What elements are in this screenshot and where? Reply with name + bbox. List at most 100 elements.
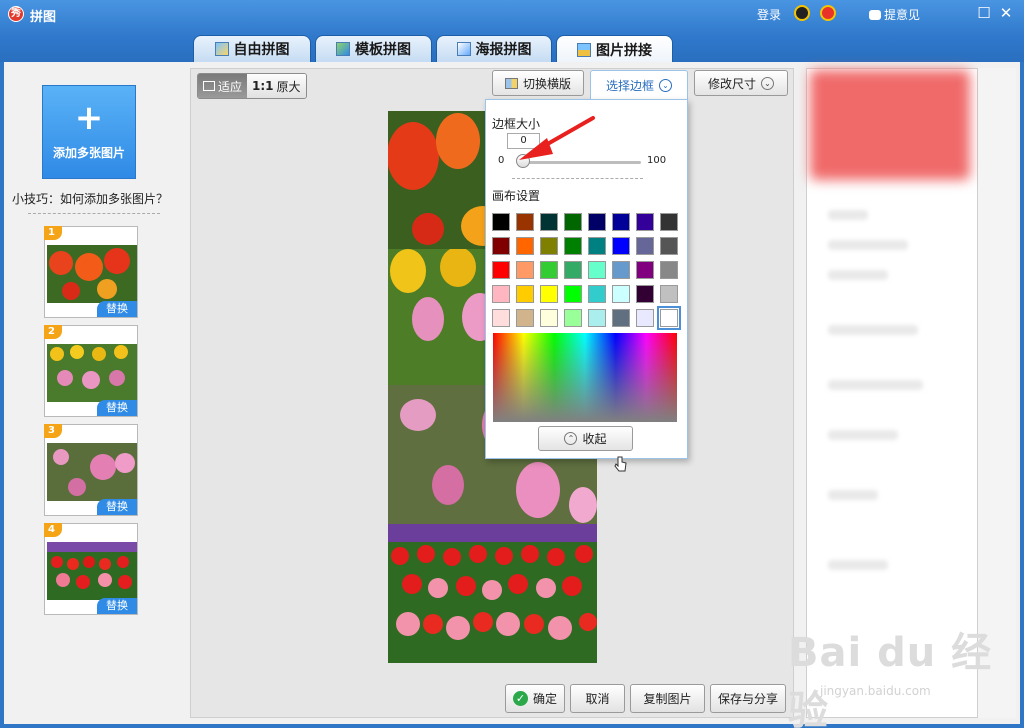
cancel-button[interactable]: 取消	[570, 684, 625, 713]
collapse-button[interactable]: ⌃ 收起	[538, 426, 633, 451]
canvas-settings-label: 画布设置	[492, 189, 541, 203]
tab-image-stitch[interactable]: 图片拼接	[556, 35, 673, 63]
thumbnail-3[interactable]: 3 替换	[44, 424, 138, 516]
color-swatch[interactable]	[612, 285, 630, 303]
replace-button[interactable]: 替换	[97, 400, 137, 416]
color-swatch[interactable]	[636, 237, 654, 255]
cancel-label: 取消	[585, 692, 610, 706]
color-swatch[interactable]	[660, 213, 678, 231]
color-swatch[interactable]	[636, 213, 654, 231]
zoom-toggle: 适应 1:1 原大	[197, 73, 307, 99]
color-swatch[interactable]	[540, 285, 558, 303]
title-bar: 秀 拼图 登录 提意见 ☐ ✕ 自由拼图 模板拼图 海报拼图 图片拼接	[0, 0, 1024, 63]
color-swatch[interactable]	[564, 237, 582, 255]
maximize-button[interactable]: ☐	[975, 4, 993, 22]
fit-button[interactable]: 适应	[198, 74, 248, 98]
color-swatch[interactable]	[588, 261, 606, 279]
add-images-button[interactable]: + 添加多张图片	[42, 85, 136, 179]
color-swatch[interactable]	[612, 261, 630, 279]
thumbnail-image	[47, 344, 137, 402]
fit-icon	[203, 81, 215, 91]
speech-bubble-icon	[869, 9, 881, 20]
color-spectrum-picker[interactable]	[493, 333, 677, 422]
color-swatch[interactable]	[492, 261, 510, 279]
color-swatch[interactable]	[660, 237, 678, 255]
chevron-up-icon: ⌃	[564, 432, 578, 445]
slider-max-label: 100	[647, 155, 667, 166]
feedback-label: 提意见	[884, 8, 921, 22]
color-swatch[interactable]	[492, 309, 510, 327]
color-swatch[interactable]	[516, 309, 534, 327]
original-size-label: 原大	[276, 79, 301, 94]
save-share-button[interactable]: 保存与分享	[710, 684, 786, 713]
switch-layout-button[interactable]: 切换横版	[492, 70, 584, 96]
color-swatch[interactable]	[612, 213, 630, 231]
chevron-down-icon: ⌄	[659, 79, 672, 92]
replace-button[interactable]: 替换	[97, 499, 137, 515]
hand-cursor-icon	[614, 456, 627, 472]
tab-template-collage[interactable]: 模板拼图	[315, 35, 432, 62]
color-swatch[interactable]	[516, 261, 534, 279]
color-swatch[interactable]	[540, 237, 558, 255]
color-swatch[interactable]	[492, 285, 510, 303]
color-swatch[interactable]	[564, 213, 582, 231]
replace-button[interactable]: 替换	[97, 598, 137, 614]
login-link[interactable]: 登录	[757, 6, 781, 23]
resize-button[interactable]: 修改尺寸 ⌄	[694, 70, 788, 96]
weibo-icon[interactable]	[820, 5, 836, 21]
color-swatch[interactable]	[588, 213, 606, 231]
select-border-label: 选择边框	[605, 79, 654, 93]
color-swatch[interactable]	[540, 309, 558, 327]
color-swatch[interactable]	[660, 261, 678, 279]
replace-button[interactable]: 替换	[97, 301, 137, 317]
color-swatch[interactable]	[588, 285, 606, 303]
image-stitch-icon	[577, 42, 591, 57]
thumbnail-number: 2	[44, 325, 62, 339]
check-icon: ✓	[512, 691, 528, 706]
thumbnail-number: 4	[44, 523, 62, 537]
blurred-text	[828, 380, 923, 390]
color-swatch[interactable]	[492, 213, 510, 231]
color-swatch[interactable]	[657, 306, 681, 330]
select-border-button[interactable]: 选择边框 ⌄	[590, 70, 688, 100]
tip-link[interactable]: 小技巧：如何添加多张图片？	[12, 190, 168, 207]
tab-label: 海报拼图	[475, 42, 532, 58]
close-button[interactable]: ✕	[997, 4, 1015, 22]
color-swatch[interactable]	[588, 309, 606, 327]
fit-label: 适应	[218, 79, 243, 94]
color-swatch[interactable]	[516, 213, 534, 231]
color-swatch[interactable]	[492, 237, 510, 255]
color-swatch[interactable]	[564, 285, 582, 303]
resize-label: 修改尺寸	[707, 76, 756, 91]
app-title: 拼图	[30, 10, 57, 25]
collage-image-4	[388, 524, 597, 663]
color-swatch[interactable]	[564, 261, 582, 279]
qq-icon[interactable]	[794, 5, 810, 21]
feedback-link[interactable]: 提意见	[869, 6, 920, 23]
confirm-button[interactable]: ✓ 确定	[505, 684, 565, 713]
color-swatch[interactable]	[516, 285, 534, 303]
tab-poster-collage[interactable]: 海报拼图	[436, 35, 552, 62]
color-swatch[interactable]	[636, 285, 654, 303]
blurred-text	[828, 210, 868, 220]
copy-image-button[interactable]: 复制图片	[630, 684, 705, 713]
color-swatch[interactable]	[564, 309, 582, 327]
thumbnail-4[interactable]: 4 替换	[44, 523, 138, 615]
color-swatch[interactable]	[540, 213, 558, 231]
blurred-text	[828, 240, 908, 250]
color-swatch[interactable]	[516, 237, 534, 255]
color-swatch[interactable]	[612, 309, 630, 327]
color-swatch[interactable]	[660, 285, 678, 303]
color-swatch[interactable]	[636, 309, 654, 327]
original-size-button[interactable]: 1:1 原大	[247, 74, 306, 98]
color-swatch[interactable]	[636, 261, 654, 279]
thumbnail-1[interactable]: 1 替换	[44, 226, 138, 318]
thumbnail-2[interactable]: 2 替换	[44, 325, 138, 417]
color-swatch[interactable]	[612, 237, 630, 255]
color-swatch[interactable]	[588, 237, 606, 255]
color-swatch[interactable]	[540, 261, 558, 279]
template-collage-icon	[336, 42, 350, 56]
tab-free-collage[interactable]: 自由拼图	[193, 35, 311, 62]
confirm-label: 确定	[532, 692, 557, 706]
blurred-text	[828, 325, 918, 335]
